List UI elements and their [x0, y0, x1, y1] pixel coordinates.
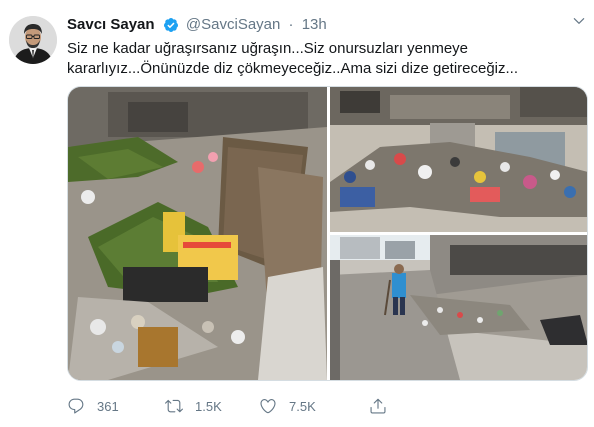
reply-icon: [68, 398, 84, 414]
photo-street-garbage[interactable]: [330, 87, 588, 232]
photo-garbage-dumpsters[interactable]: [68, 87, 327, 380]
like-icon: [260, 399, 276, 414]
retweet-count: 1.5K: [195, 398, 222, 414]
reply-button[interactable]: 361: [67, 395, 119, 417]
separator-dot: ·: [288, 16, 294, 34]
avatar[interactable]: [9, 16, 57, 64]
tweet-text: Siz ne kadar uğraşırsanız uğraşın...Siz …: [67, 40, 519, 77]
like-count: 7.5K: [289, 398, 316, 414]
chevron-down-icon[interactable]: [572, 14, 586, 28]
retweet-icon: [165, 399, 183, 413]
share-icon: [370, 398, 386, 414]
reply-count: 361: [97, 398, 119, 414]
tweet-card[interactable]: Savcı Sayan @SavciSayan · 13h Siz ne kad…: [0, 0, 594, 427]
tweet-header: Savcı Sayan @SavciSayan · 13h: [67, 15, 327, 35]
avatar-image: [9, 16, 57, 64]
retweet-button[interactable]: 1.5K: [165, 395, 222, 417]
share-button[interactable]: [369, 395, 399, 417]
author-handle[interactable]: @SavciSayan: [186, 15, 280, 35]
action-bar: 361 1.5K 7.5K: [67, 395, 397, 417]
like-button[interactable]: 7.5K: [259, 395, 316, 417]
author-name[interactable]: Savcı Sayan: [67, 15, 155, 35]
photo-cleanup-worker[interactable]: [330, 235, 588, 380]
verified-badge-icon: [163, 17, 179, 33]
media-grid: [67, 86, 588, 381]
timestamp[interactable]: 13h: [302, 15, 327, 35]
